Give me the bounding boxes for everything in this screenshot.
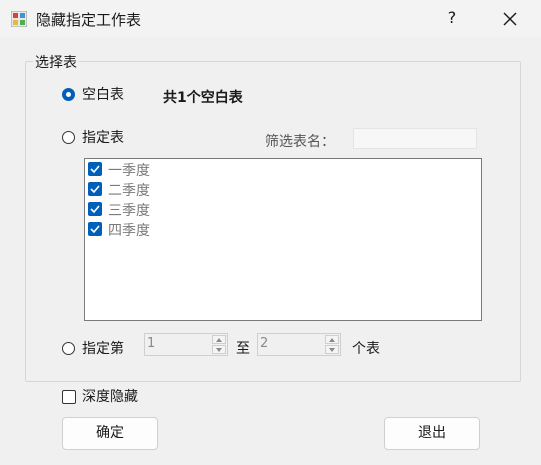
sheet-list[interactable]: 一季度 二季度 三季度 四季度 bbox=[84, 158, 482, 321]
range-to-value[interactable]: 2 bbox=[260, 336, 268, 351]
exit-button[interactable]: 退出 bbox=[384, 417, 480, 450]
checkbox-checked[interactable] bbox=[88, 182, 102, 196]
range-from-value[interactable]: 1 bbox=[147, 336, 155, 351]
stepper-buttons[interactable] bbox=[212, 335, 226, 354]
blank-sheets-label[interactable]: 空白表 bbox=[82, 84, 124, 104]
specified-sheets-label[interactable]: 指定表 bbox=[82, 127, 124, 147]
range-to-label: 至 bbox=[236, 341, 250, 357]
help-button[interactable]: ? bbox=[442, 8, 462, 27]
close-icon[interactable] bbox=[498, 8, 522, 30]
radio-blank-sheets[interactable] bbox=[62, 88, 75, 101]
checkbox-checked[interactable] bbox=[88, 162, 102, 176]
group-legend: 选择表 bbox=[33, 52, 79, 72]
filter-input[interactable] bbox=[353, 128, 477, 149]
deep-hide-label[interactable]: 深度隐藏 bbox=[82, 386, 138, 406]
radio-specified-sheets[interactable] bbox=[62, 131, 75, 144]
title-bar: 隐藏指定工作表 ? bbox=[0, 0, 541, 37]
stepper-down-icon[interactable] bbox=[212, 345, 226, 354]
window-title: 隐藏指定工作表 bbox=[36, 11, 142, 29]
sheet-label: 四季度 bbox=[108, 223, 150, 239]
sheet-label: 二季度 bbox=[108, 183, 150, 199]
range-from-stepper[interactable]: 1 bbox=[144, 333, 228, 356]
checkbox-checked[interactable] bbox=[88, 202, 102, 216]
stepper-buttons[interactable] bbox=[325, 335, 339, 354]
stepper-up-icon[interactable] bbox=[325, 335, 339, 344]
sheet-label: 一季度 bbox=[108, 163, 150, 179]
sheet-label: 三季度 bbox=[108, 203, 150, 219]
ok-button[interactable]: 确定 bbox=[62, 417, 158, 450]
radio-range[interactable] bbox=[62, 342, 75, 355]
blank-sheets-summary: 共1个空白表 bbox=[163, 90, 243, 106]
stepper-up-icon[interactable] bbox=[212, 335, 226, 344]
filter-label: 筛选表名： bbox=[265, 134, 335, 150]
range-to-stepper[interactable]: 2 bbox=[257, 333, 341, 356]
range-label[interactable]: 指定第 bbox=[82, 338, 124, 358]
app-icon bbox=[11, 11, 27, 27]
stepper-down-icon[interactable] bbox=[325, 345, 339, 354]
range-unit-label: 个表 bbox=[352, 341, 380, 357]
checkbox-checked[interactable] bbox=[88, 222, 102, 236]
deep-hide-checkbox[interactable] bbox=[62, 390, 76, 404]
